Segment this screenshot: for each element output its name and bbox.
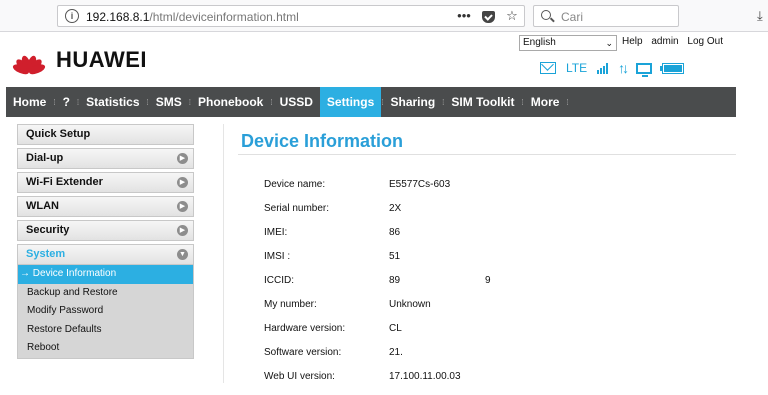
info-value: 2X (389, 203, 402, 214)
info-row: Software version: 21. (264, 347, 525, 371)
system-submenu: → Device Information Backup and Restore … (17, 265, 194, 359)
nav-home[interactable]: Home (6, 87, 53, 117)
site-info-icon[interactable]: i (65, 9, 79, 23)
sidebar-item-system[interactable]: System ▼ (17, 244, 194, 265)
user-name: admin (651, 36, 679, 47)
info-value: 89 (389, 275, 401, 286)
active-arrow-icon: → (20, 268, 30, 279)
info-row: Serial number: 2X (264, 203, 525, 227)
info-label: Hardware version: (264, 323, 346, 334)
nav-help[interactable]: ? (56, 87, 77, 117)
url-text[interactable]: 192.168.8.1/html/deviceinformation.html (86, 10, 299, 24)
address-bar[interactable]: i 192.168.8.1/html/deviceinformation.htm… (57, 5, 525, 27)
bookmark-star-icon[interactable]: ☆ (504, 8, 520, 26)
info-row: IMEI: 86 (264, 227, 525, 251)
language-select[interactable]: English ⌄ (519, 35, 617, 51)
settings-sidebar: Quick Setup Dial-up ▶ Wi-Fi Extender ▶ WLA… (17, 124, 194, 359)
page-title: Device Information (241, 131, 404, 151)
browser-search-input[interactable]: Cari (533, 5, 679, 27)
nav-settings[interactable]: Settings (319, 87, 382, 117)
logout-link[interactable]: Log Out (687, 36, 723, 47)
info-value: E5577Cs-603 (389, 179, 451, 190)
sidebar-item-dial-up[interactable]: Dial-up ▶ (17, 148, 194, 169)
info-value-suffix: 9 (485, 275, 491, 286)
nav-statistics[interactable]: Statistics (79, 87, 146, 117)
info-label: Software version: (264, 347, 342, 358)
info-value: 21. (389, 347, 403, 358)
info-row: ICCID: 89 9 (264, 275, 525, 299)
info-label: IMEI: (264, 227, 288, 238)
info-value: 17.100.11.00.03 (389, 371, 461, 382)
info-label: IMSI : (264, 251, 291, 262)
info-label: Serial number: (264, 203, 330, 214)
top-links: Help admin Log Out (622, 36, 729, 47)
chevron-right-icon: ▶ (177, 225, 188, 236)
router-header: HUAWEI English ⌄ Help admin Log Out LTE ↑… (0, 32, 768, 87)
main-nav: Home ⁞ ? ⁞ Statistics ⁞ SMS ⁞ Phonebook ⁞ USS… (6, 87, 736, 117)
search-placeholder: Cari (561, 10, 584, 24)
page-actions-icon[interactable]: ••• (456, 8, 472, 26)
huawei-logo: HUAWEI (8, 44, 147, 76)
nav-sharing[interactable]: Sharing (384, 87, 443, 117)
battery-icon (660, 62, 685, 74)
chevron-right-icon: ▶ (177, 153, 188, 164)
nav-sim-toolkit[interactable]: SIM Toolkit (444, 87, 521, 117)
nav-phonebook[interactable]: Phonebook (191, 87, 270, 117)
info-label: ICCID: (264, 275, 294, 286)
info-row: IMSI : 51 (264, 251, 525, 275)
info-row: My number: Unknown (264, 299, 525, 323)
pocket-icon[interactable] (480, 8, 496, 26)
mail-icon[interactable] (540, 62, 556, 74)
nav-ussd[interactable]: USSD (273, 87, 320, 117)
pc-connection-icon (636, 62, 653, 77)
data-transfer-icon: ↑↓ (618, 60, 629, 76)
submenu-device-information[interactable]: → Device Information (18, 265, 193, 284)
info-label: Device name: (264, 179, 326, 190)
submenu-backup-restore[interactable]: Backup and Restore (18, 284, 193, 303)
nav-sms[interactable]: SMS (149, 87, 189, 117)
chevron-down-icon: ⌄ (605, 38, 613, 48)
info-row: Web UI version: 17.100.11.00.03 (264, 371, 525, 395)
sidebar-item-wlan[interactable]: WLAN ▶ (17, 196, 194, 217)
sidebar-item-wifi-extender[interactable]: Wi-Fi Extender ▶ (17, 172, 194, 193)
submenu-restore-defaults[interactable]: Restore Defaults (18, 321, 193, 340)
info-label: Web UI version: (264, 371, 335, 382)
info-value: 86 (389, 227, 401, 238)
huawei-flower-icon (8, 44, 50, 76)
content-divider (223, 124, 224, 383)
device-info-table: Device name: E5577Cs-603 Serial number: … (264, 179, 525, 395)
chevron-down-icon: ▼ (177, 249, 188, 260)
signal-icon (597, 62, 609, 74)
help-link[interactable]: Help (622, 36, 643, 47)
info-value: Unknown (389, 299, 431, 310)
sidebar-item-quick-setup[interactable]: Quick Setup (17, 124, 194, 145)
info-row: Device name: E5577Cs-603 (264, 179, 525, 203)
chevron-right-icon: ▶ (177, 201, 188, 212)
nav-more[interactable]: More (524, 87, 567, 117)
submenu-modify-password[interactable]: Modify Password (18, 302, 193, 321)
chevron-right-icon: ▶ (177, 177, 188, 188)
download-icon[interactable]: ⤓ (757, 8, 763, 24)
info-label: My number: (264, 299, 317, 310)
info-value: 51 (389, 251, 401, 262)
status-icons: LTE ↑↓ (540, 60, 685, 77)
browser-toolbar: i 192.168.8.1/html/deviceinformation.htm… (0, 0, 768, 32)
submenu-reboot[interactable]: Reboot (18, 339, 193, 358)
sidebar-item-security[interactable]: Security ▶ (17, 220, 194, 241)
title-divider (238, 154, 736, 155)
info-value: CL (389, 323, 402, 334)
info-row: Hardware version: CL (264, 323, 525, 347)
brand-name: HUAWEI (56, 47, 147, 72)
network-type: LTE (566, 61, 588, 75)
search-icon (541, 10, 551, 20)
